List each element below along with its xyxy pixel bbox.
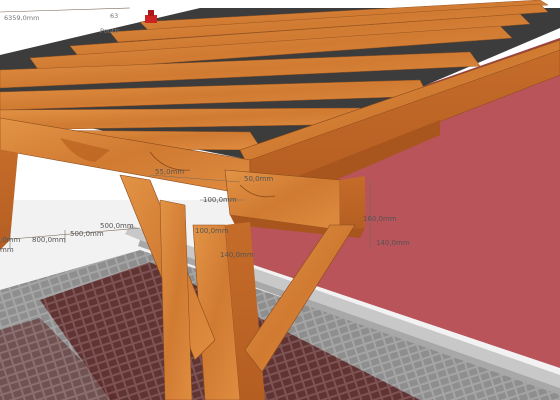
dim-800: 800,0mm [32, 236, 66, 244]
model-viewport[interactable]: 6359,0mm 63 Pouttr 55,0mm 50,0mm 100,0mm… [0, 0, 560, 400]
dim-160: 160,0mm [363, 215, 397, 223]
dim-140-b: 140,0mm [220, 251, 254, 259]
dim-top-left: 6359,0mm [4, 14, 39, 22]
dim-140: 140,0mm [376, 239, 410, 247]
dim-500-a: 500,0mm [100, 222, 134, 230]
dim-55: 55,0mm [155, 168, 184, 176]
dim-500-b: 500,0mm [70, 230, 104, 238]
scale-figure-marker [145, 10, 157, 23]
dim-mm-cut: mm [0, 246, 14, 254]
dim-left-cut: ,0mm [0, 236, 20, 244]
dim-100-a: 100,0mm [203, 196, 237, 204]
dim-top-mid: 63 [110, 12, 118, 20]
pergola-3d-drawing: 6359,0mm 63 Pouttr 55,0mm 50,0mm 100,0mm… [0, 0, 560, 400]
dim-100-b: 100,0mm [195, 227, 229, 235]
dim-top-label: Pouttr [100, 27, 120, 35]
dim-50: 50,0mm [244, 175, 273, 183]
